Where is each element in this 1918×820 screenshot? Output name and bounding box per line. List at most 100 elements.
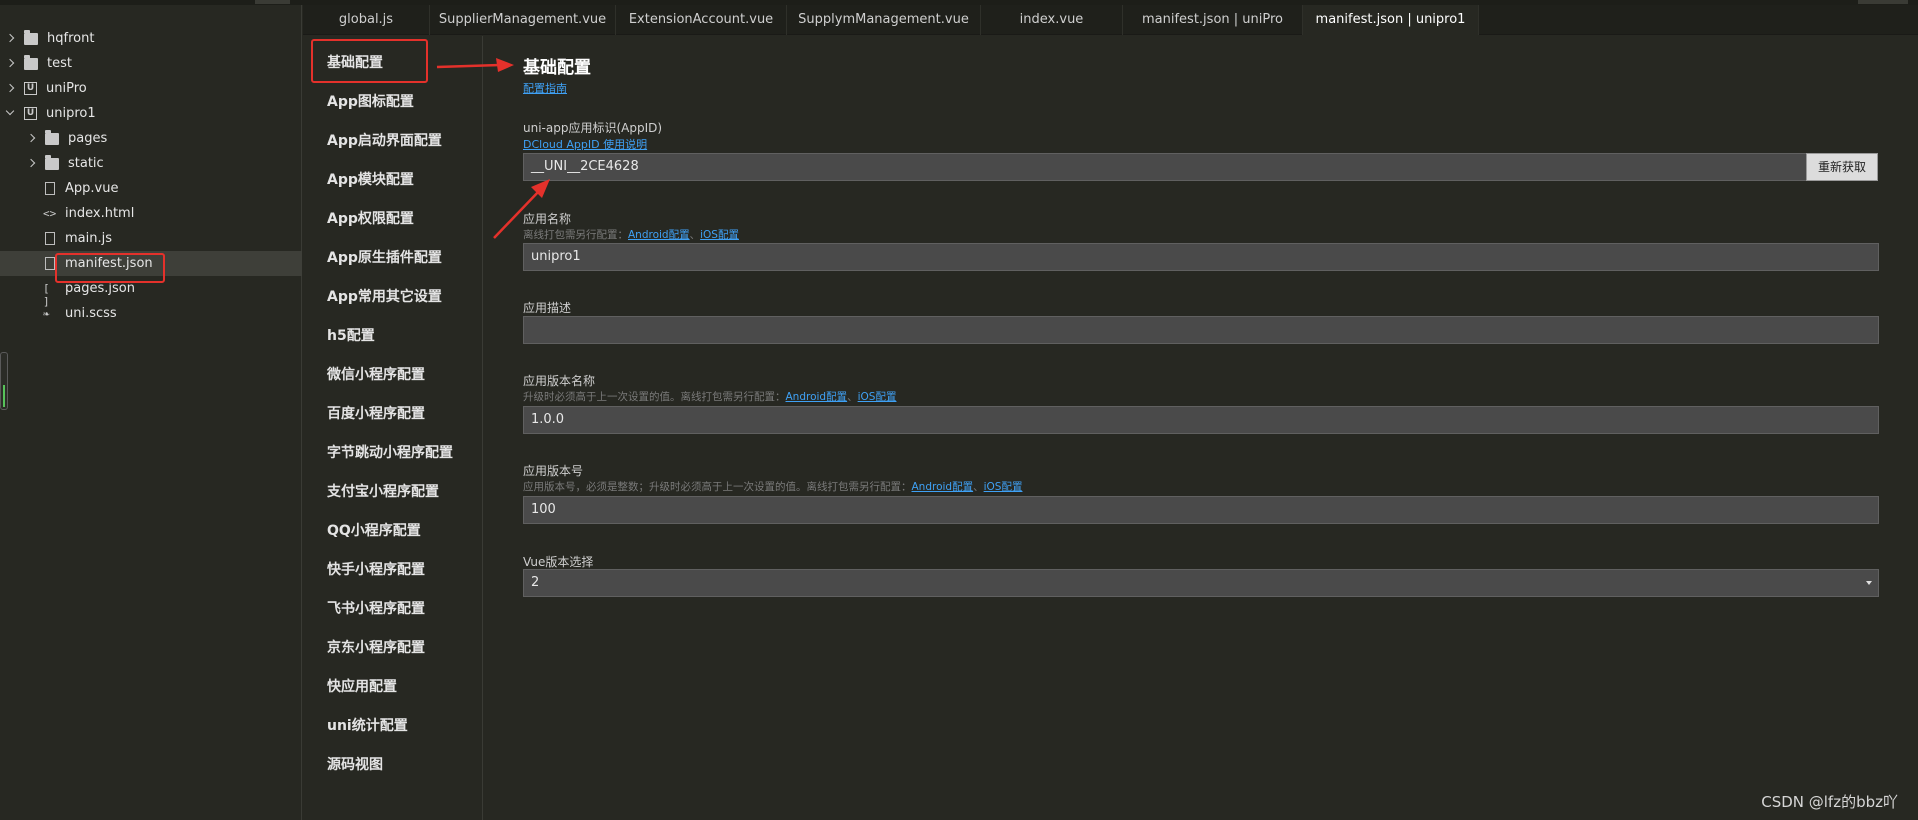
html-code-icon: <> [43, 207, 57, 220]
version-code-hint: 应用版本号，必须是整数；升级时必须高于上一次设置的值。离线打包需另行配置：And… [523, 479, 1022, 494]
chevron-right-icon[interactable] [6, 84, 16, 94]
android-config-link[interactable]: Android配置 [628, 229, 690, 241]
refresh-appid-button[interactable]: 重新获取 [1806, 153, 1878, 181]
tree-item-uni-scss[interactable]: ❧ uni.scss [0, 301, 302, 326]
js-file-icon [45, 232, 55, 245]
tree-item-label: index.html [65, 206, 135, 221]
tree-item-label: unipro1 [46, 106, 96, 121]
folder-icon [24, 54, 38, 70]
appid-label: uni-app应用标识(AppID) [523, 121, 663, 135]
android-config-link[interactable]: Android配置 [912, 481, 974, 493]
nav-item-uni-stat[interactable]: uni统计配置 [327, 715, 408, 735]
tree-item-label: static [68, 156, 104, 171]
vue-version-select[interactable]: 2 [523, 569, 1879, 597]
nav-item-source-view[interactable]: 源码视图 [327, 754, 383, 774]
version-name-label: 应用版本名称 [523, 374, 596, 388]
vue-version-value: 2 [531, 575, 540, 590]
android-config-link[interactable]: Android配置 [786, 391, 848, 403]
nav-item-h5[interactable]: h5配置 [327, 325, 375, 345]
nav-item-kuaishou[interactable]: 快手小程序配置 [327, 559, 425, 579]
hint-text: 升级时必须高于上一次设置的值。离线打包需另行配置： [523, 391, 786, 403]
scss-file-icon: ❧ [43, 307, 50, 320]
nav-item-app-other-settings[interactable]: App常用其它设置 [327, 286, 442, 306]
tree-item-pages[interactable]: pages [0, 126, 302, 151]
app-name-hint: 离线打包需另行配置：Android配置、iOS配置 [523, 227, 739, 242]
tab-supplier-management[interactable]: SupplierManagement.vue [430, 5, 616, 35]
version-code-field[interactable]: 100 [523, 496, 1879, 524]
hint-separator: 、 [973, 481, 984, 493]
app-desc-label: 应用描述 [523, 301, 572, 315]
tree-item-label: uniPro [46, 81, 87, 96]
chevron-right-icon[interactable] [6, 34, 16, 44]
hint-separator: 、 [689, 229, 701, 241]
basic-config-panel: 基础配置 配置指南 uni-app应用标识(AppID) DCloud AppI… [484, 36, 1918, 820]
chevron-right-icon[interactable] [27, 159, 37, 169]
tab-extension-account[interactable]: ExtensionAccount.vue [616, 5, 787, 35]
chevron-right-icon[interactable] [6, 59, 16, 69]
vue-version-label: Vue版本选择 [523, 555, 594, 569]
nav-item-app-splash[interactable]: App启动界面配置 [327, 130, 442, 150]
tab-index-vue[interactable]: index.vue [981, 5, 1123, 35]
nav-item-baidu[interactable]: 百度小程序配置 [327, 403, 425, 423]
tab-label: manifest.json | unipro1 [1315, 12, 1466, 27]
nav-item-app-modules[interactable]: App模块配置 [327, 169, 414, 189]
tab-label: global.js [338, 12, 394, 27]
nav-item-app-icon[interactable]: App图标配置 [327, 91, 414, 111]
hint-text: 应用版本号，必须是整数；升级时必须高于上一次设置的值。离线打包需另行配置： [523, 481, 912, 493]
app-name-field[interactable]: unipro1 [523, 243, 1879, 271]
nav-item-alipay[interactable]: 支付宝小程序配置 [327, 481, 439, 501]
folder-icon [24, 29, 38, 45]
nav-item-feishu[interactable]: 飞书小程序配置 [327, 598, 425, 618]
scroll-indicator[interactable] [0, 352, 8, 410]
tab-label: index.vue [1019, 12, 1084, 27]
tab-manifest-unipro1[interactable]: manifest.json | unipro1 [1303, 5, 1479, 35]
tab-global-js[interactable]: global.js [303, 5, 430, 35]
ios-config-link[interactable]: iOS配置 [984, 481, 1023, 493]
ios-config-link[interactable]: iOS配置 [700, 229, 739, 241]
nav-item-jd[interactable]: 京东小程序配置 [327, 637, 425, 657]
tree-item-label: hqfront [47, 31, 95, 46]
tree-item-unipro1[interactable]: U unipro1 [0, 101, 302, 126]
tree-item-index-html[interactable]: <> index.html [0, 201, 302, 226]
ios-config-link[interactable]: iOS配置 [858, 391, 897, 403]
version-name-hint: 升级时必须高于上一次设置的值。离线打包需另行配置：Android配置、iOS配置 [523, 389, 896, 404]
tree-item-static[interactable]: static [0, 151, 302, 176]
annotation-highlight-box [55, 253, 165, 283]
tree-item-app-vue[interactable]: App.vue [0, 176, 302, 201]
tab-label: manifest.json | uniPro [1142, 12, 1283, 27]
tab-label: SupplymManagement.vue [798, 12, 969, 27]
tree-item-test[interactable]: test [0, 51, 302, 76]
tree-item-label: uni.scss [65, 306, 117, 321]
nav-item-app-native-plugins[interactable]: App原生插件配置 [327, 247, 442, 267]
caret-down-icon [1866, 581, 1872, 585]
top-strip-mark [1858, 0, 1908, 4]
app-name-label: 应用名称 [523, 212, 572, 226]
nav-item-weixin[interactable]: 微信小程序配置 [327, 364, 425, 384]
uni-project-icon: U [24, 82, 37, 95]
manifest-settings-nav: 基础配置 App图标配置 App启动界面配置 App模块配置 App权限配置 A… [303, 36, 483, 820]
tree-item-main-js[interactable]: main.js [0, 226, 302, 251]
nav-item-basic[interactable]: 基础配置 [327, 52, 383, 72]
chevron-down-icon[interactable] [6, 109, 16, 119]
config-guide-link[interactable]: 配置指南 [523, 80, 567, 96]
appid-field[interactable]: __UNI__2CE4628 [523, 153, 1841, 181]
appid-help-link[interactable]: DCloud AppID 使用说明 [523, 136, 647, 152]
tab-supplym-management[interactable]: SupplymManagement.vue [787, 5, 981, 35]
app-desc-field[interactable] [523, 316, 1879, 344]
nav-item-bytedance[interactable]: 字节跳动小程序配置 [327, 442, 453, 462]
tab-manifest-unipro[interactable]: manifest.json | uniPro [1123, 5, 1303, 35]
json-settings-icon [45, 257, 55, 270]
vue-file-icon [45, 182, 55, 195]
tree-item-unipro[interactable]: U uniPro [0, 76, 302, 101]
chevron-right-icon[interactable] [27, 134, 37, 144]
hint-text: 离线打包需另行配置： [523, 229, 628, 241]
nav-item-app-permissions[interactable]: App权限配置 [327, 208, 414, 228]
tab-label: ExtensionAccount.vue [628, 12, 774, 27]
hint-separator: 、 [847, 391, 858, 403]
folder-icon [45, 154, 59, 170]
watermark: CSDN @lfz的bbz吖 [1761, 793, 1898, 811]
nav-item-qq[interactable]: QQ小程序配置 [327, 520, 421, 540]
version-name-field[interactable]: 1.0.0 [523, 406, 1879, 434]
nav-item-quickapp[interactable]: 快应用配置 [327, 676, 397, 696]
tree-item-hqfront[interactable]: hqfront [0, 26, 302, 51]
